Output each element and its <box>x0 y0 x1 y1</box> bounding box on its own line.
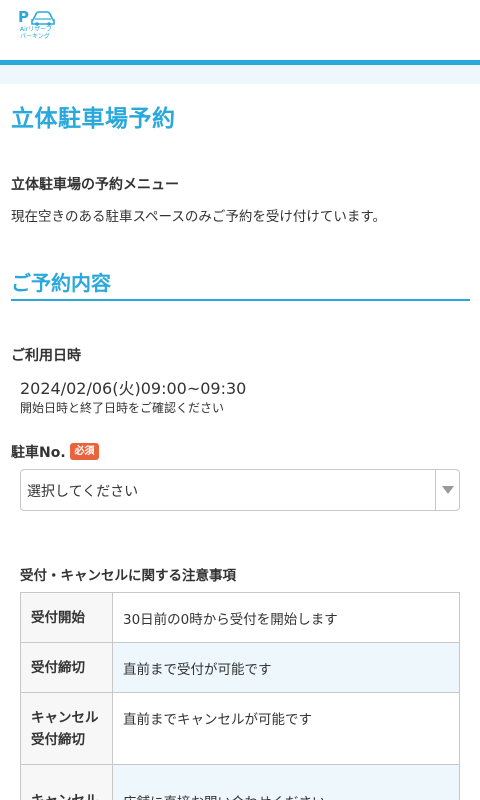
logo-line1: Airリザーブ <box>20 26 52 33</box>
date-label: ご利用日時 <box>11 348 81 364</box>
required-badge: 必須 <box>70 443 99 460</box>
select-value: 選択してください <box>27 484 139 500</box>
page-title: 立体駐車場予約 <box>11 106 176 132</box>
row-label: 受付開始 <box>20 592 113 643</box>
airreserve-parking-logo[interactable]: P Airリザーブ パーキング <box>18 9 62 51</box>
row-label: キャンセル <box>20 764 113 800</box>
notes-title: 受付・キャンセルに関する注意事項 <box>20 568 236 584</box>
date-value: 2024/02/06(火)09:00~09:30 <box>20 379 247 398</box>
menu-description: 現在空きのある駐車スペースのみご予約を受け付けています。 <box>11 209 387 225</box>
row-value: 30日前の0時から受付を開始します <box>112 592 460 643</box>
table-row: 受付開始 30日前の0時から受付を開始します <box>20 592 460 643</box>
section-divider <box>11 299 470 301</box>
select-divider <box>435 470 436 510</box>
car-icon <box>31 11 55 26</box>
logo-line2: パーキング <box>20 33 50 40</box>
table-row: キャンセル 受付締切 直前までキャンセルが可能です <box>20 692 460 765</box>
logo-letter: P <box>18 8 29 26</box>
parking-number-select[interactable]: 選択してください <box>20 469 460 511</box>
table-row: 受付締切 直前まで受付が可能です <box>20 642 460 693</box>
chevron-down-icon[interactable] <box>442 486 454 494</box>
notes-table: 受付開始 30日前の0時から受付を開始します 受付締切 直前まで受付が可能です … <box>20 592 460 800</box>
section-title: ご予約内容 <box>11 271 111 295</box>
table-row: キャンセル 店舗に直接お問い合わせください <box>20 764 460 800</box>
date-note: 開始日時と終了日時をご確認ください <box>20 401 225 415</box>
header-pale-band <box>0 65 480 84</box>
row-value: 直前までキャンセルが可能です <box>112 692 460 765</box>
row-value: 店舗に直接お問い合わせください <box>112 764 460 800</box>
row-value: 直前まで受付が可能です <box>112 642 460 693</box>
row-label: 受付締切 <box>20 642 113 693</box>
parking-number-label: 駐車No. <box>11 445 66 461</box>
row-label: キャンセル 受付締切 <box>20 692 113 765</box>
app-header: P Airリザーブ パーキング <box>0 0 480 60</box>
menu-title: 立体駐車場の予約メニュー <box>11 177 179 193</box>
